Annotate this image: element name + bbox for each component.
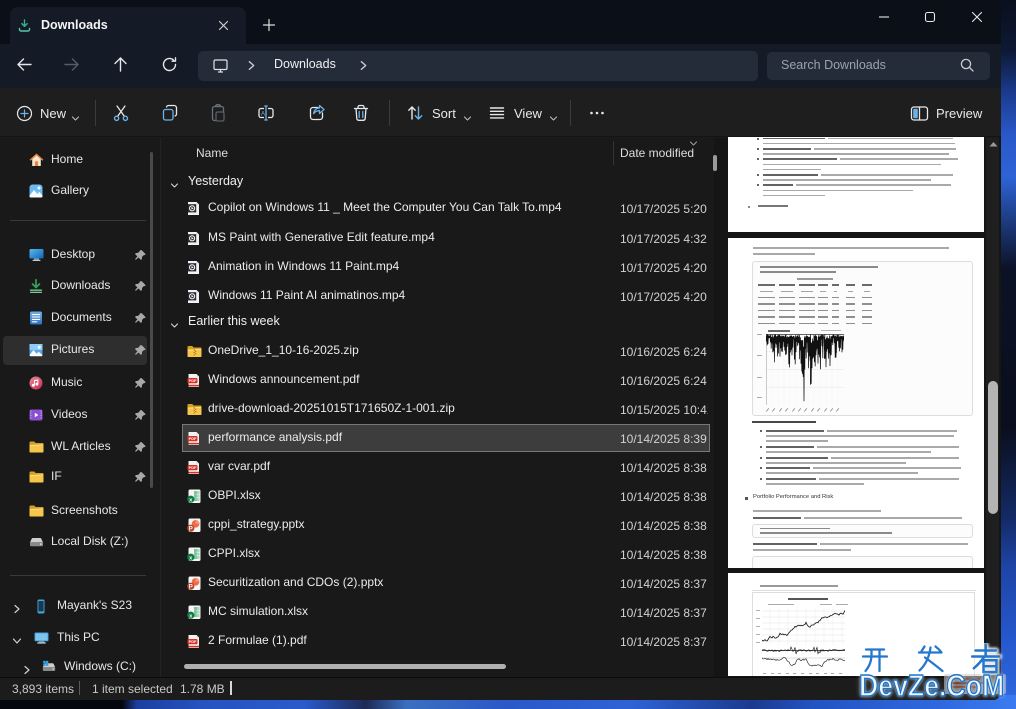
- svg-text:PDF: PDF: [189, 378, 197, 383]
- svg-text:P: P: [189, 585, 193, 591]
- svg-text:PDF: PDF: [189, 639, 197, 644]
- svg-text:A: A: [261, 112, 265, 118]
- svg-text:P: P: [189, 527, 193, 533]
- svg-text:PDF: PDF: [189, 436, 197, 441]
- svg-text:PDF: PDF: [189, 465, 197, 470]
